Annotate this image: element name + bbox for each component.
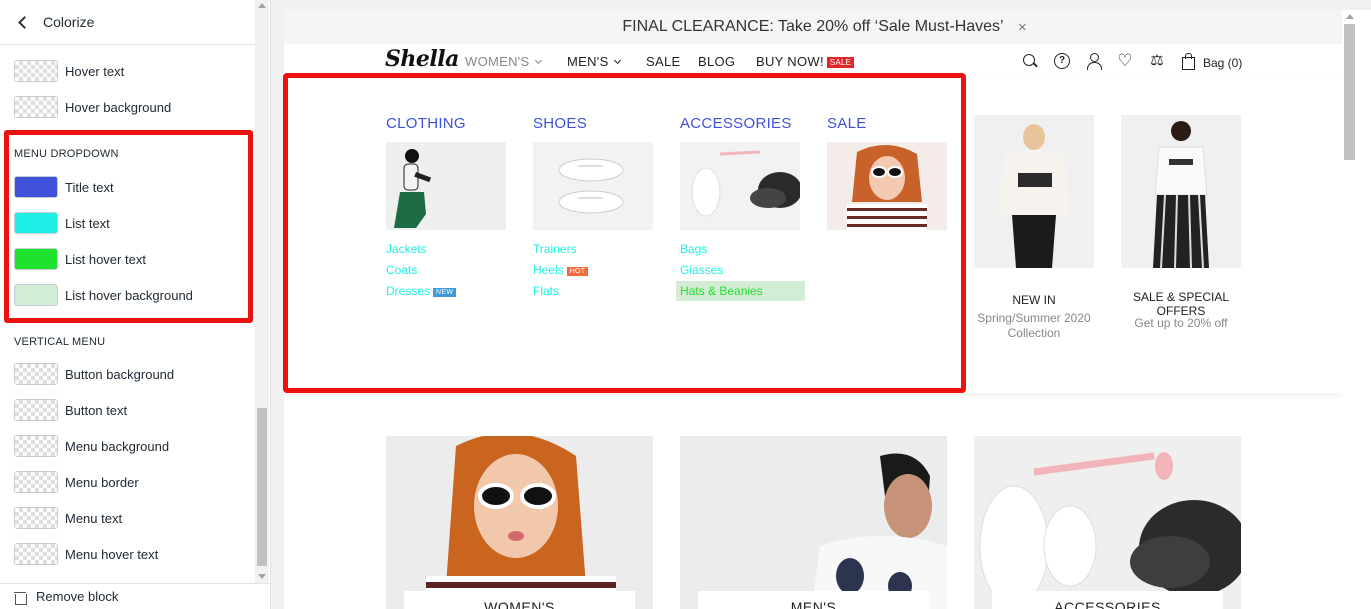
accessories-banner-photo-icon [974, 436, 1241, 609]
announcement-bar: FINAL CLEARANCE: Take 20% off ‘Sale Must… [284, 10, 1342, 44]
nav-item-sale[interactable]: SALE [646, 54, 680, 69]
nav-item-mens[interactable]: MEN'S [567, 54, 621, 69]
annotation-highlight-box [283, 73, 966, 393]
color-setting-menu-text[interactable]: Menu text [14, 506, 122, 530]
new-in-image[interactable] [974, 115, 1094, 268]
remove-block-label: Remove block [36, 589, 119, 604]
shopping-bag-icon[interactable] [1180, 53, 1196, 70]
color-swatch[interactable] [14, 507, 58, 529]
scroll-up-arrow-icon[interactable] [1346, 14, 1354, 19]
banner-mens[interactable]: MEN'S [680, 436, 947, 609]
banner-label: MEN'S [698, 591, 929, 609]
featured-subtitle-sale-offers: Get up to 20% off [1134, 316, 1228, 330]
panel-title: Colorize [43, 14, 95, 30]
model-striped-pants-photo-icon [1121, 115, 1241, 268]
chevron-down-icon [534, 56, 542, 65]
preview-scroll-thumb[interactable] [1344, 24, 1355, 160]
scroll-up-arrow-icon[interactable] [258, 3, 266, 8]
setting-label: Menu border [65, 474, 139, 490]
panel-scrollbar[interactable] [255, 0, 269, 583]
setting-label: Button text [65, 402, 128, 418]
banner-label: ACCESSORIES [992, 591, 1223, 609]
color-swatch[interactable] [14, 435, 58, 457]
setting-label: Menu background [65, 438, 170, 454]
color-setting-menu-background[interactable]: Menu background [14, 434, 169, 458]
nav-item-buy-now[interactable]: BUY NOW! SALE [756, 54, 855, 69]
chevron-down-icon [613, 56, 621, 65]
setting-label: Menu hover text [65, 546, 159, 562]
mens-banner-photo-icon [680, 436, 947, 609]
store-logo[interactable]: Shella [385, 46, 459, 72]
scroll-thumb[interactable] [257, 408, 267, 566]
setting-label: Hover background [65, 99, 172, 115]
featured-title-sale-offers[interactable]: SALE & SPECIAL OFFERS [1111, 290, 1251, 318]
trash-icon [14, 591, 27, 605]
account-icon[interactable] [1086, 53, 1102, 70]
panel-header: Colorize [0, 0, 270, 45]
close-icon[interactable]: × [1018, 19, 1027, 36]
announcement-text: FINAL CLEARANCE: Take 20% off ‘Sale Must… [622, 18, 1004, 35]
color-swatch[interactable] [14, 363, 58, 385]
bag-count[interactable]: Bag (0) [1203, 56, 1242, 70]
setting-label: Menu text [65, 510, 123, 526]
settings-panel: Colorize Hover text Hover background MEN… [0, 0, 271, 609]
nav-item-label: WOMEN'S [465, 54, 530, 69]
nav-item-label: BUY NOW! [756, 54, 824, 69]
color-swatch[interactable] [14, 399, 58, 421]
color-setting-button-background[interactable]: Button background [14, 362, 174, 386]
womens-banner-photo-icon [386, 436, 653, 609]
color-setting-button-text[interactable]: Button text [14, 398, 127, 422]
model-sweater-photo-icon [974, 115, 1094, 268]
sale-offers-image[interactable] [1121, 115, 1241, 268]
color-swatch[interactable] [14, 471, 58, 493]
color-setting-hover-text[interactable]: Hover text [14, 59, 124, 83]
color-swatch[interactable] [14, 543, 58, 565]
back-arrow-icon[interactable] [16, 15, 30, 29]
color-setting-menu-hover-text[interactable]: Menu hover text [14, 542, 158, 566]
setting-label: Button background [65, 366, 175, 382]
color-swatch[interactable] [14, 96, 58, 118]
nav-item-blog[interactable]: BLOG [698, 54, 735, 69]
sale-badge: SALE [826, 57, 855, 68]
wishlist-heart-icon[interactable]: ♡ [1117, 52, 1133, 69]
featured-title-new-in[interactable]: NEW IN [964, 293, 1104, 307]
nav-item-womens[interactable]: WOMEN'S [465, 54, 542, 69]
setting-label: Hover text [65, 63, 125, 79]
color-swatch[interactable] [14, 60, 58, 82]
featured-subtitle-new-in: Spring/Summer 2020 Collection [977, 311, 1091, 340]
annotation-highlight-box [4, 130, 253, 323]
scroll-down-arrow-icon[interactable] [258, 574, 266, 579]
remove-block-button[interactable]: Remove block [0, 583, 270, 609]
banner-label: WOMEN'S [404, 591, 635, 609]
color-setting-hover-background[interactable]: Hover background [14, 95, 171, 119]
nav-item-label: MEN'S [567, 54, 609, 69]
color-setting-menu-border[interactable]: Menu border [14, 470, 139, 494]
search-icon[interactable] [1022, 53, 1038, 69]
banner-accessories[interactable]: ACCESSORIES [974, 436, 1241, 609]
help-icon[interactable]: ? [1054, 53, 1070, 69]
compare-icon[interactable]: ⚖ [1149, 53, 1165, 69]
section-heading-vertical-menu: VERTICAL MENU [14, 336, 106, 348]
banner-womens[interactable]: WOMEN'S [386, 436, 653, 609]
